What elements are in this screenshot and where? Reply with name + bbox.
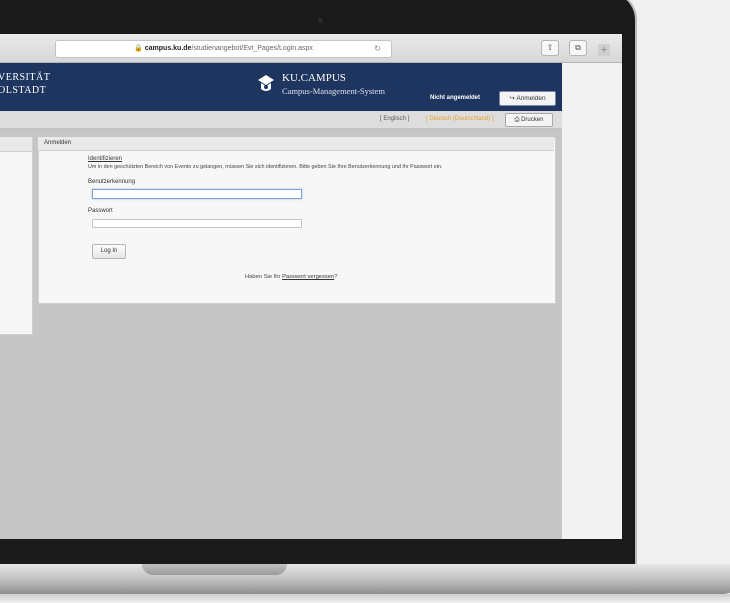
forgot-password-text: Haben Sie Ihr Passwort vergessen? <box>245 274 338 280</box>
share-icon[interactable]: ⇧ <box>541 40 559 56</box>
sidebar-header <box>0 137 32 152</box>
login-status: Nicht angemeldet <box>430 95 481 101</box>
login-submit-button[interactable]: Log In <box>92 244 126 259</box>
login-panel-title: Anmelden <box>38 137 554 151</box>
new-tab-icon[interactable]: + <box>598 44 610 56</box>
language-german-link[interactable]: [ Deutsch (Deutschland) ] <box>426 116 494 122</box>
site-header <box>0 63 562 111</box>
university-name-line1: VERSITÄT <box>0 72 51 83</box>
page-gutter <box>562 63 622 539</box>
brand-title: KU.CAMPUS <box>282 72 346 84</box>
laptop-base <box>0 564 730 594</box>
screen: 🔒 campus.ku.de/studienangebot/Evt_Pages/… <box>0 34 622 539</box>
password-input[interactable] <box>92 219 302 228</box>
url-path: /studienangebot/Evt_Pages/Login.aspx <box>191 45 313 52</box>
brand-subtitle: Campus-Management-System <box>282 86 385 96</box>
section-description: Um in den geschützten Bereich von Evento… <box>88 164 443 170</box>
address-bar[interactable]: 🔒 campus.ku.de/studienangebot/Evt_Pages/… <box>55 40 392 58</box>
password-label: Passwort <box>88 208 113 214</box>
login-icon: ↪ <box>509 95 515 102</box>
graduation-cap-icon <box>258 75 274 91</box>
forgot-password-link[interactable]: Passwort vergessen <box>282 274 334 280</box>
sidebar-panel <box>0 137 33 335</box>
username-label: Benutzerkennung <box>88 179 136 185</box>
forgot-prefix: Haben Sie Ihr <box>245 274 283 280</box>
header-login-button[interactable]: ↪ Anmelden <box>499 91 556 106</box>
university-name-line2: OLSTADT <box>0 85 47 96</box>
print-label: Drucken <box>521 117 544 123</box>
camera-icon <box>318 18 323 23</box>
section-title: Identifizieren <box>88 156 123 162</box>
url-host: campus.ku.de <box>144 45 192 52</box>
lock-icon: 🔒 <box>134 45 143 52</box>
printer-icon: ⎙ <box>514 117 520 123</box>
tabs-icon[interactable]: ⧉ <box>569 40 587 56</box>
header-login-label: Anmelden <box>516 95 546 102</box>
language-english-link[interactable]: [ Englisch ] <box>380 116 409 122</box>
forgot-suffix: ? <box>334 274 338 280</box>
laptop-notch <box>142 564 287 575</box>
reload-icon[interactable]: ↻ <box>374 41 381 57</box>
print-button[interactable]: ⎙ Drucken <box>505 113 553 127</box>
laptop-shadow <box>0 594 730 603</box>
username-input[interactable] <box>92 189 302 199</box>
